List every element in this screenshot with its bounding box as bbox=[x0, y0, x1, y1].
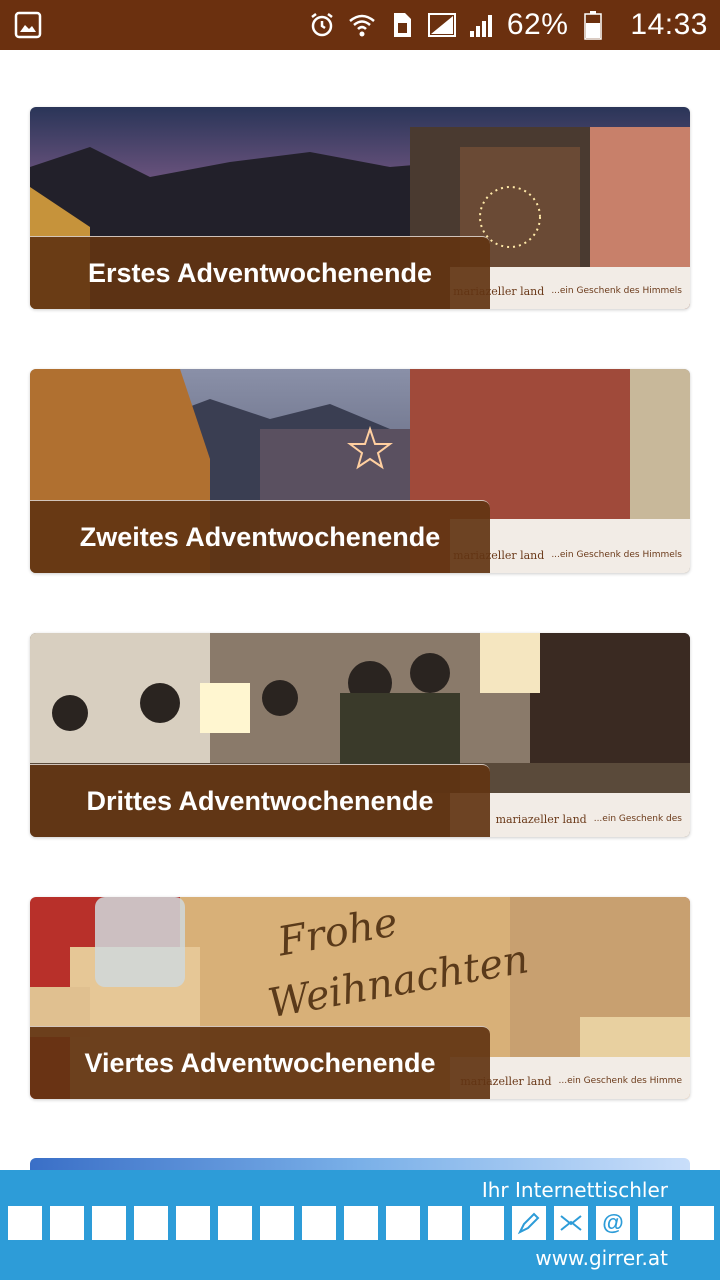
signal-icon bbox=[427, 10, 457, 40]
alarm-icon bbox=[307, 10, 337, 40]
ad-box bbox=[386, 1206, 420, 1240]
card-title: Viertes Adventwochenende bbox=[30, 1026, 490, 1099]
ad-box bbox=[428, 1206, 462, 1240]
ad-headline: Ihr Internettischler bbox=[481, 1178, 668, 1202]
status-bar: 62% 14:33 bbox=[0, 0, 720, 50]
card-title: Drittes Adventwochenende bbox=[30, 764, 490, 837]
card-drittes-adventwochenende[interactable]: mariazeller land ...ein Geschenk des Dri… bbox=[30, 633, 690, 837]
ad-box bbox=[8, 1206, 42, 1240]
card-zweites-adventwochenende[interactable]: mariazeller land ...ein Geschenk des Him… bbox=[30, 369, 690, 573]
card-title: Zweites Adventwochenende bbox=[30, 500, 490, 573]
ad-box bbox=[218, 1206, 252, 1240]
ad-banner[interactable]: Ihr Internettischler @ www.girrer.at bbox=[0, 1170, 720, 1280]
design-icon bbox=[554, 1206, 588, 1240]
ad-box bbox=[470, 1206, 504, 1240]
ad-box bbox=[344, 1206, 378, 1240]
battery-percent: 62% bbox=[506, 8, 569, 41]
ad-url[interactable]: www.girrer.at bbox=[535, 1246, 668, 1270]
wifi-icon bbox=[347, 10, 377, 40]
card-title: Erstes Adventwochenende bbox=[30, 236, 490, 309]
card-viertes-adventwochenende[interactable]: Frohe Weihnachten mariazeller land ...ei… bbox=[30, 897, 690, 1099]
ad-box bbox=[680, 1206, 714, 1240]
battery-icon bbox=[578, 10, 608, 40]
card-erstes-adventwochenende[interactable]: mariazeller land ...ein Geschenk des Him… bbox=[30, 107, 690, 309]
ad-box bbox=[302, 1206, 336, 1240]
sim-icon bbox=[387, 10, 417, 40]
at-icon: @ bbox=[596, 1206, 630, 1240]
ad-box bbox=[260, 1206, 294, 1240]
ad-box bbox=[50, 1206, 84, 1240]
ad-box bbox=[176, 1206, 210, 1240]
pen-icon bbox=[512, 1206, 546, 1240]
image-icon bbox=[14, 11, 42, 39]
ad-box bbox=[638, 1206, 672, 1240]
clock: 14:33 bbox=[630, 8, 708, 41]
ad-box bbox=[92, 1206, 126, 1240]
ad-box bbox=[134, 1206, 168, 1240]
signal-bars-icon bbox=[467, 10, 497, 40]
ad-box-row: @ bbox=[8, 1206, 714, 1240]
